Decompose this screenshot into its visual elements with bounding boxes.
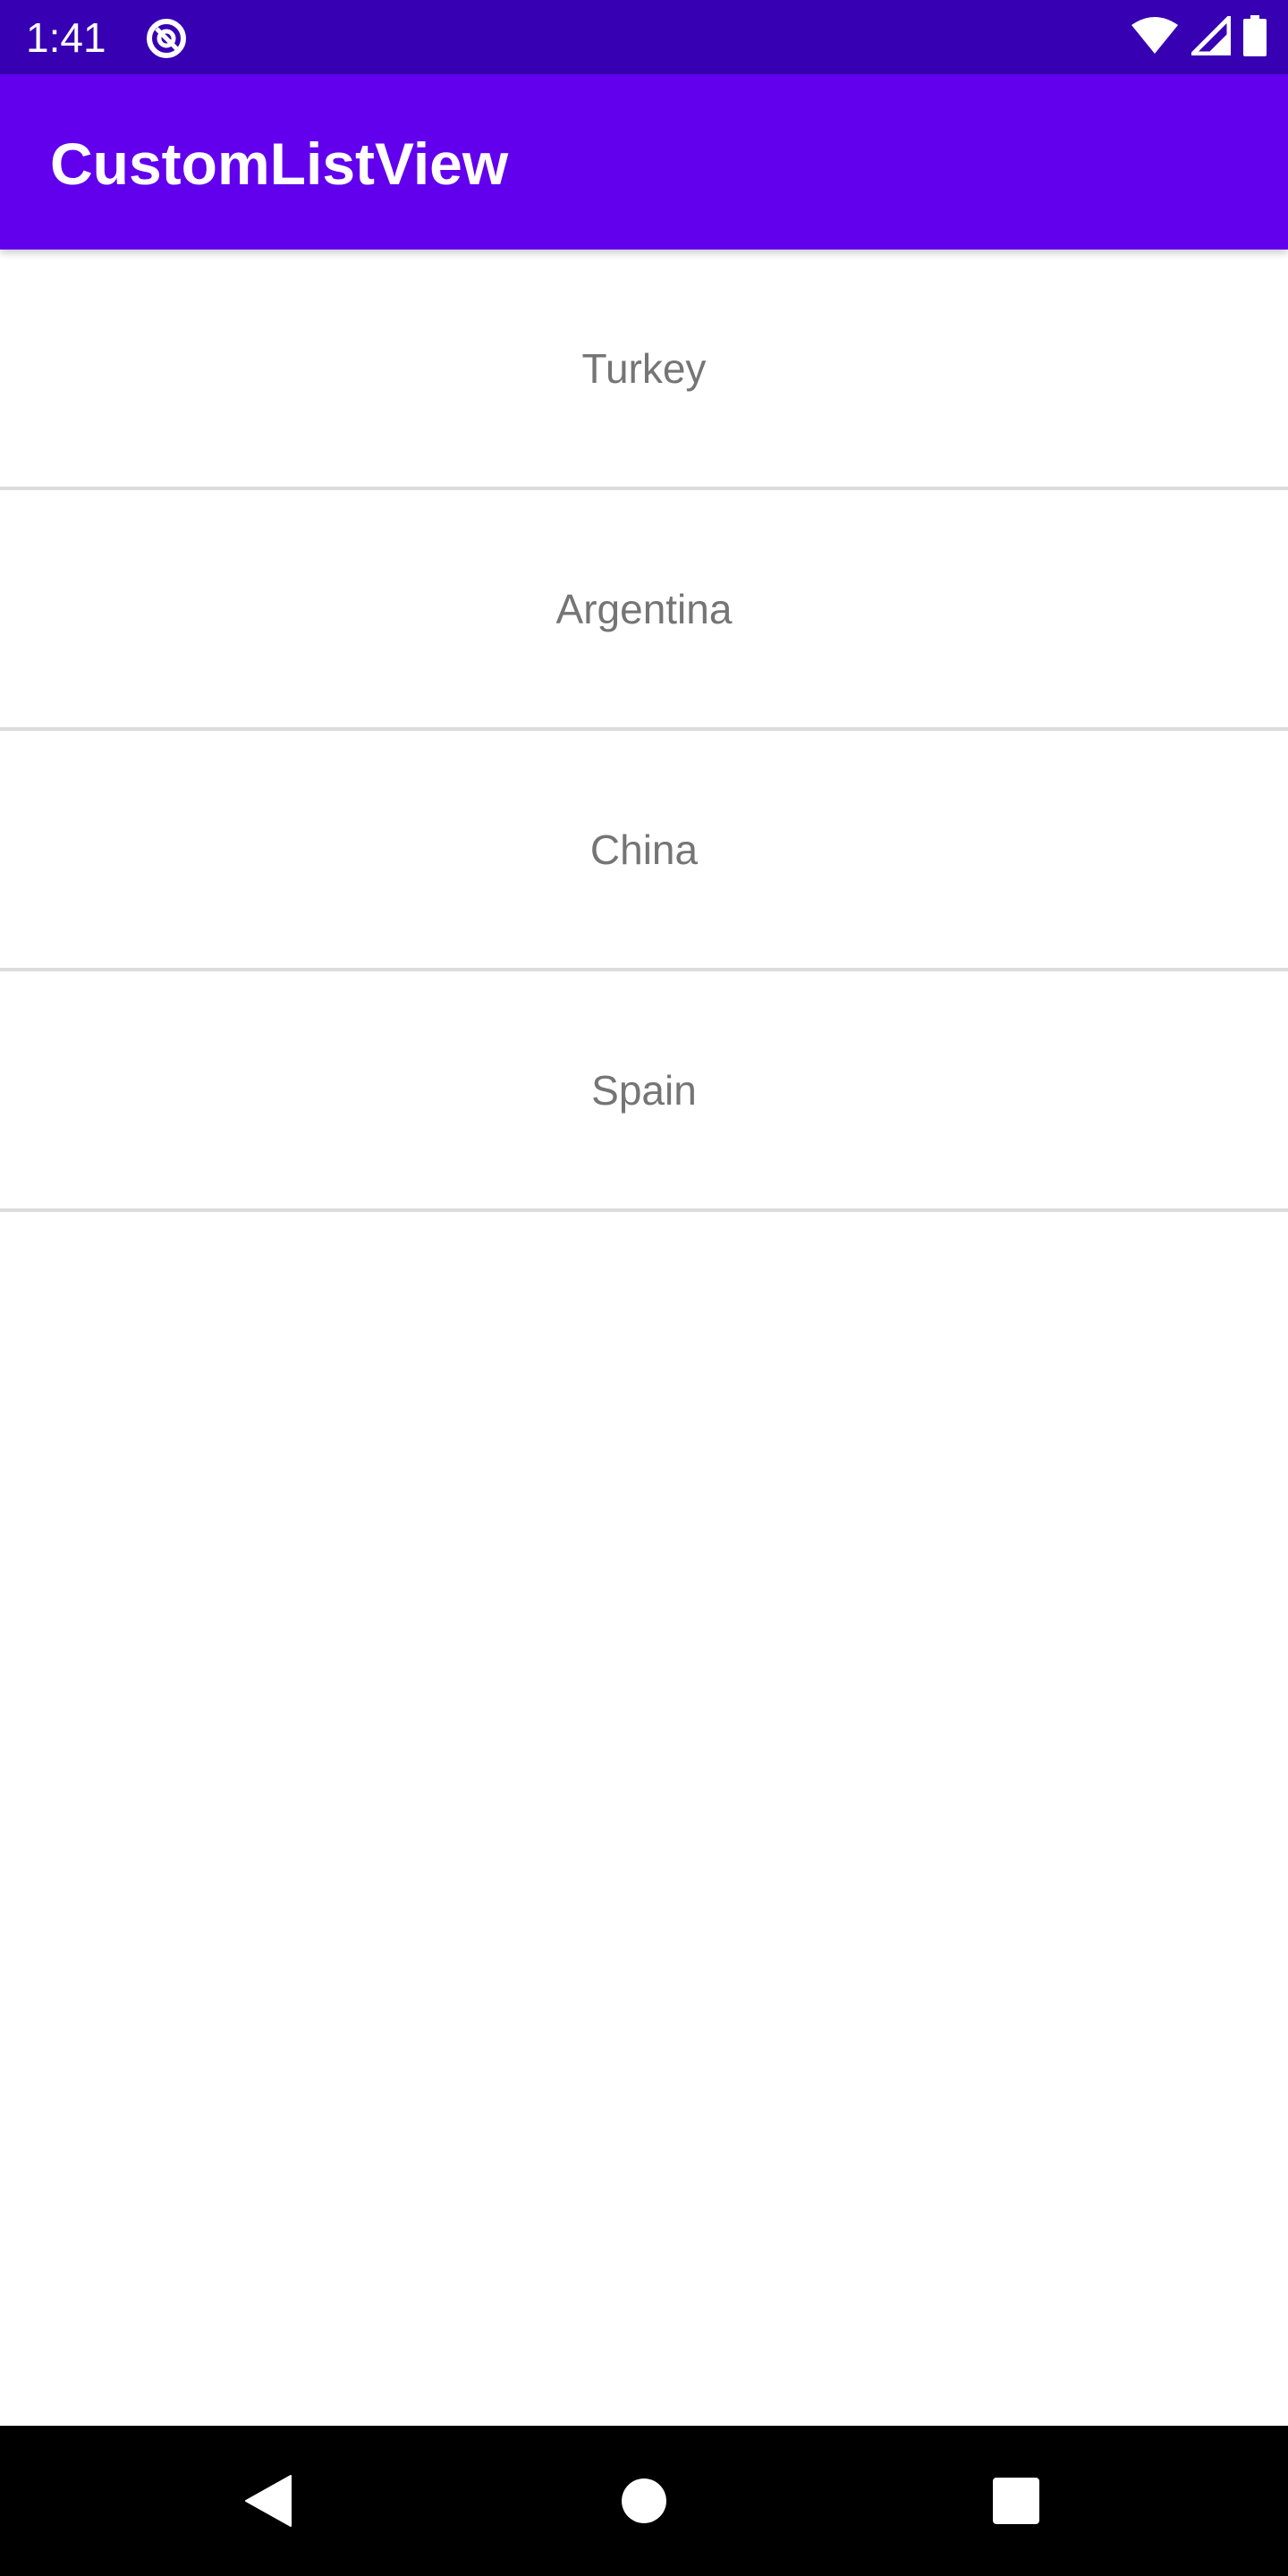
status-time: 1:41 — [26, 14, 106, 61]
back-icon — [245, 2475, 292, 2527]
list-item[interactable]: China — [0, 731, 1288, 971]
list-item[interactable]: Turkey — [0, 250, 1288, 490]
cellular-signal-icon — [1187, 12, 1232, 60]
list-item-label: Spain — [591, 1066, 697, 1114]
app-bar: CustomListView — [0, 74, 1288, 250]
app-title: CustomListView — [50, 131, 509, 197]
country-list: Turkey Argentina China Spain — [0, 250, 1288, 1212]
data-saver-icon — [143, 15, 190, 62]
battery-icon — [1243, 14, 1267, 61]
wifi-icon — [1131, 16, 1179, 60]
list-item-label: Turkey — [581, 344, 707, 392]
recents-icon — [993, 2478, 1039, 2524]
home-button[interactable] — [569, 2426, 719, 2576]
recents-button[interactable] — [941, 2426, 1091, 2576]
list-item-label: China — [589, 826, 699, 873]
list-item-label: Argentina — [555, 585, 733, 632]
list-item[interactable]: Argentina — [0, 490, 1288, 731]
list-item[interactable]: Spain — [0, 971, 1288, 1212]
navigation-bar — [0, 2426, 1288, 2576]
status-bar: 1:41 — [0, 0, 1288, 74]
status-icons — [1131, 12, 1267, 61]
home-icon — [622, 2479, 666, 2523]
back-button[interactable] — [194, 2426, 344, 2576]
